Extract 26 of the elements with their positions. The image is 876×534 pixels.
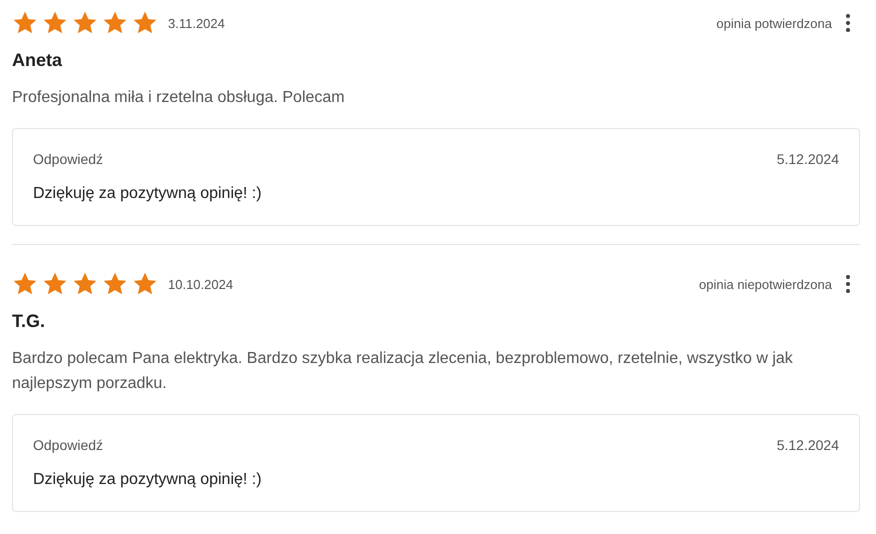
- review-date: 3.11.2024: [168, 16, 225, 30]
- verification-status: opinia niepotwierdzona: [699, 276, 832, 292]
- more-options-icon[interactable]: [846, 275, 850, 293]
- reply-text: Dziękuję za pozytywną opinię! :): [33, 185, 263, 203]
- star-icon: [12, 271, 38, 297]
- reply-label: Odpowiedź: [33, 151, 104, 167]
- reply-label: Odpowiedź: [33, 437, 104, 453]
- reply-date: 5.12.2024: [776, 437, 839, 453]
- star-icon: [72, 271, 98, 297]
- review-date: 10.10.2024: [168, 276, 234, 292]
- reviewer-name: Aneta: [12, 50, 64, 71]
- reviewer-name: T.G.: [12, 311, 46, 332]
- star-icon: [42, 271, 68, 297]
- more-options-icon[interactable]: [846, 14, 850, 32]
- star-icon: [72, 10, 98, 36]
- review-text: Profesjonalna miła i rzetelna obsługa. Polecam: [12, 88, 346, 108]
- verification-status: opinia potwierdzona: [716, 16, 832, 30]
- star-icon: [12, 10, 38, 36]
- star-icon: [102, 10, 128, 36]
- star-icon: [42, 10, 68, 36]
- reply-date: 5.12.2024: [776, 151, 839, 167]
- review-text: Bardzo polecam Pana elektryka. Bardzo szybka realizacja zlecenia, bezproblemowo, rzetelnie, wszystko w jak najlepszym porzadku.: [12, 349, 794, 394]
- reply-text: Dziękuję za pozytywną opinię! :): [33, 471, 263, 489]
- star-icon: [102, 271, 128, 297]
- star-icon: [132, 271, 158, 297]
- star-icon: [132, 10, 158, 36]
